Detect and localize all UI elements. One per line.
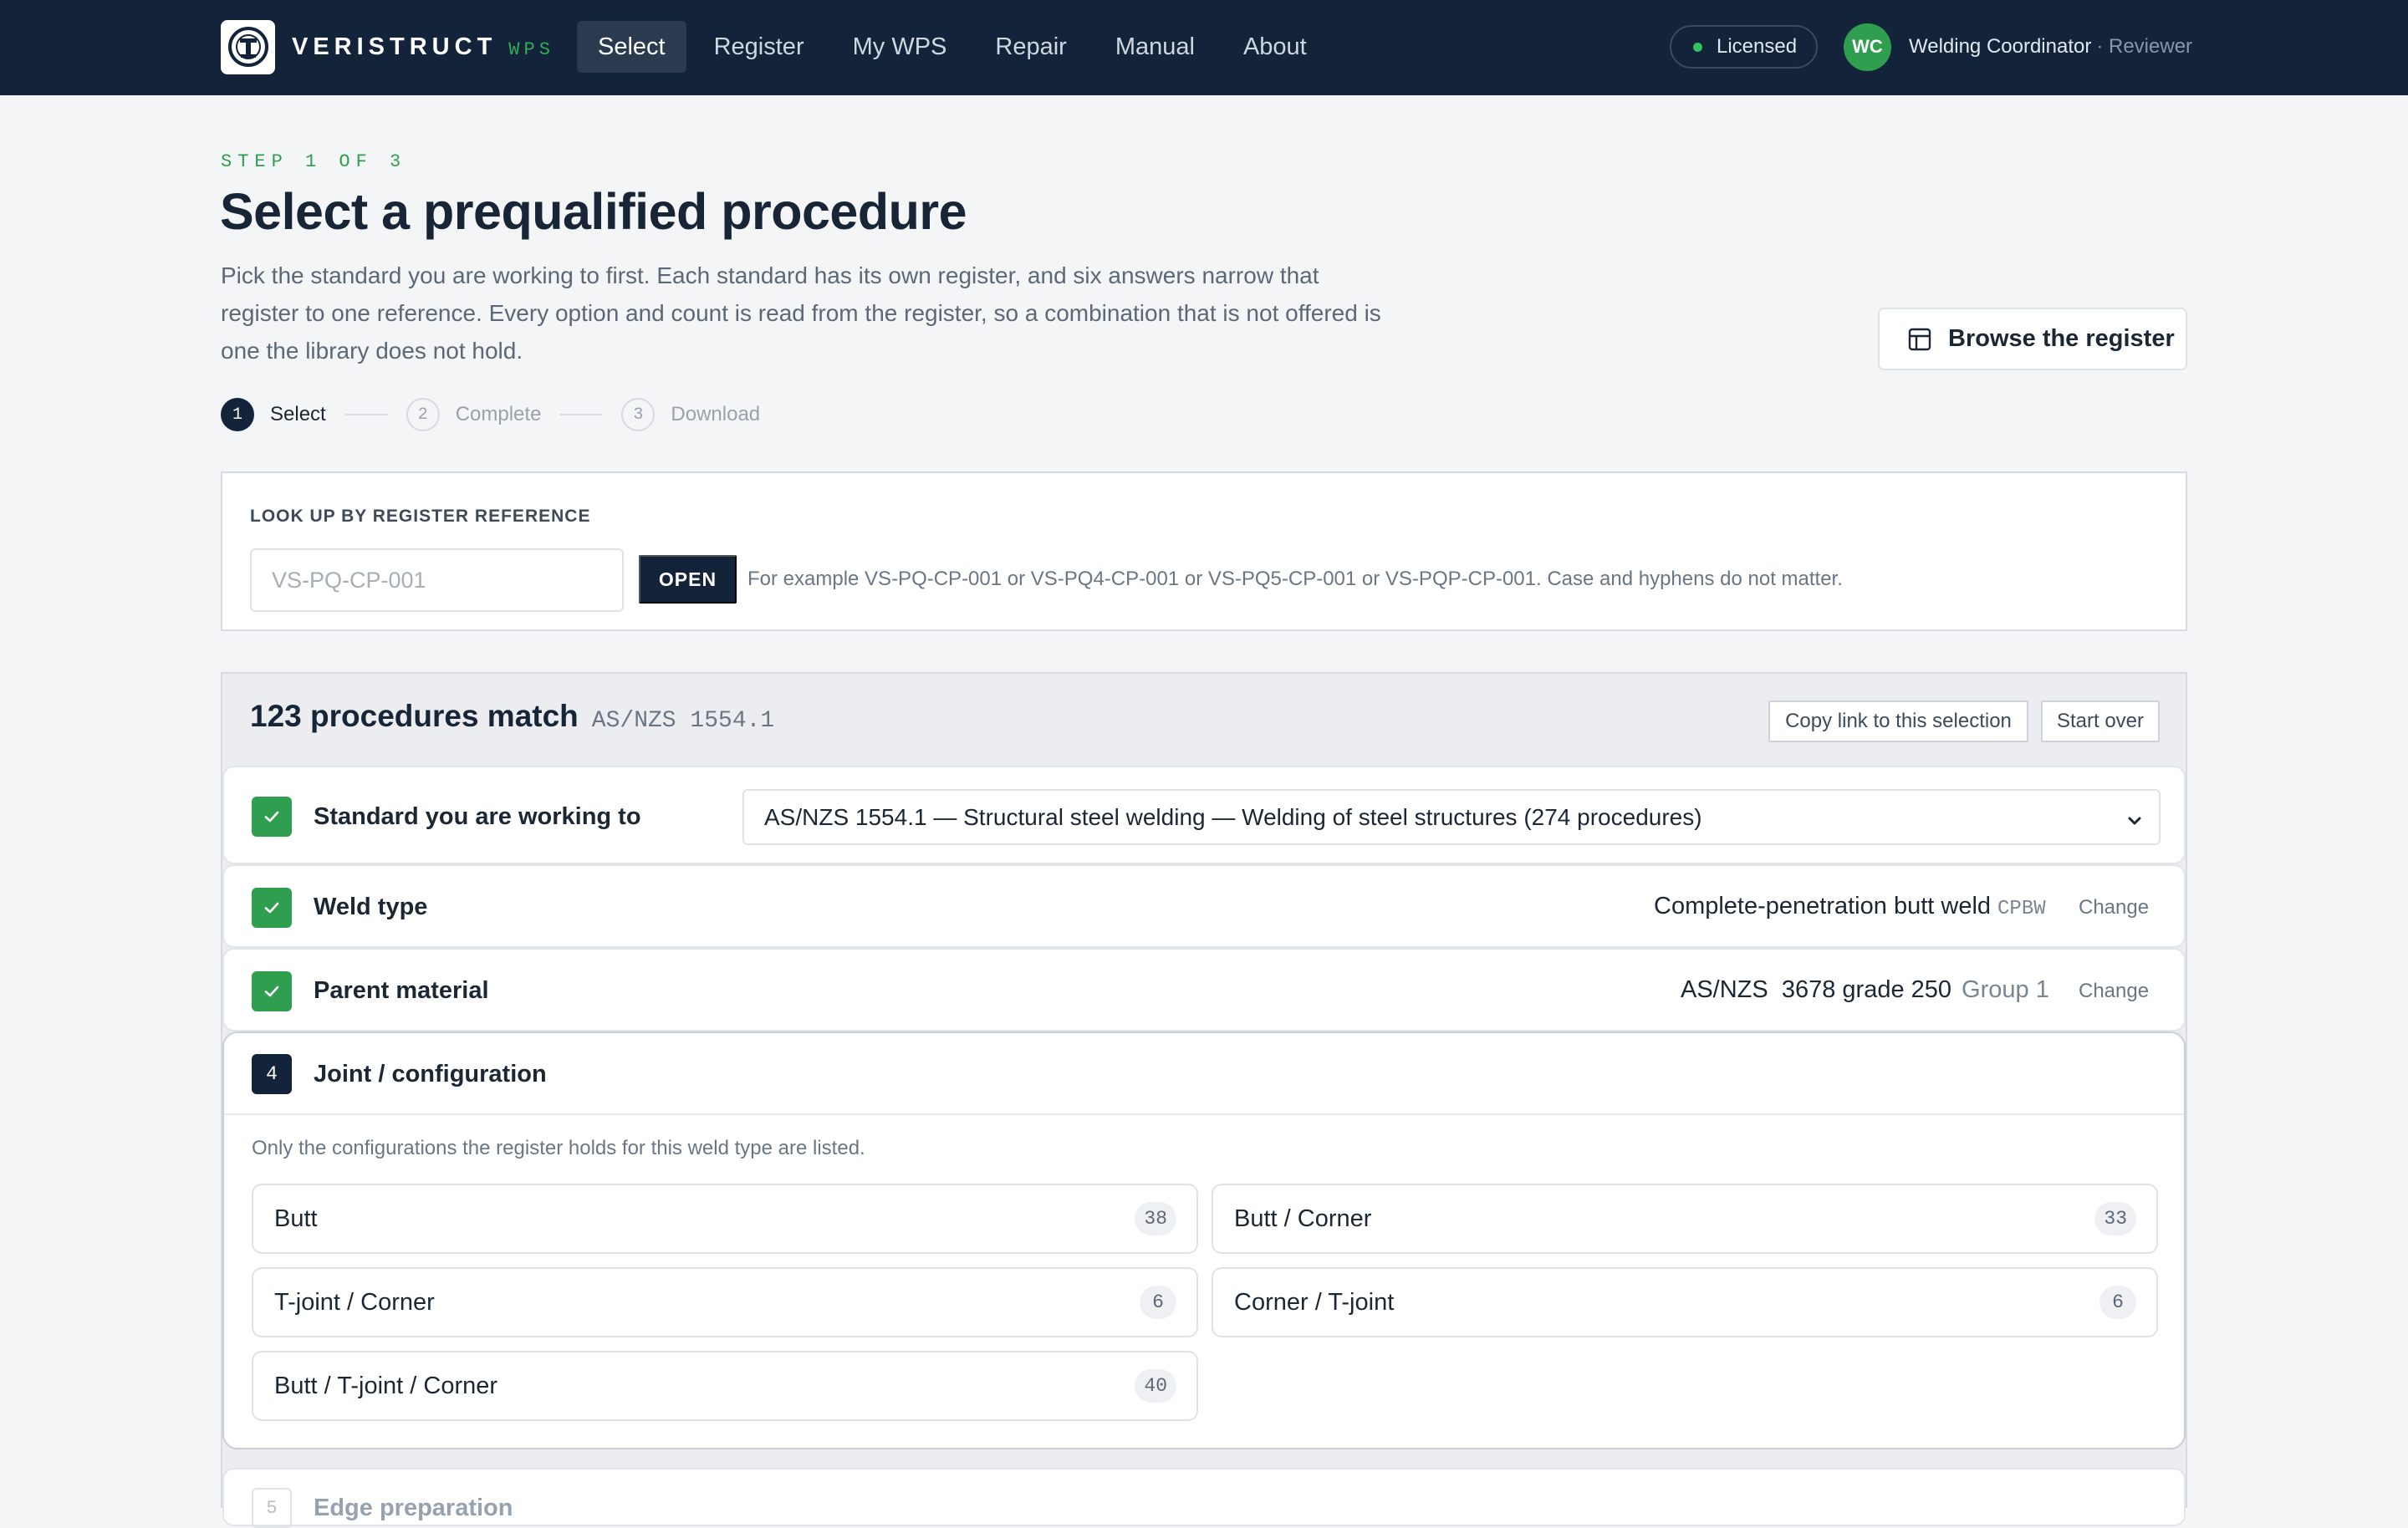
nav-item-manual[interactable]: Manual <box>1094 21 1216 73</box>
results-header: 123 procedures match AS/NZS 1554.1 <box>250 699 774 734</box>
step-1-label: Select <box>270 403 326 425</box>
weld-type-code: CPBW <box>1997 898 2046 920</box>
user-menu[interactable]: WC Welding Coordinator · Reviewer <box>1844 23 2192 71</box>
brand-name: VERISTRUCT <box>292 33 497 60</box>
page-intro: Pick the standard you are working to fir… <box>221 262 1381 364</box>
question-note: Only the configurations the register hol… <box>252 1137 865 1159</box>
parent-material-value: AS/NZS 3678 grade 250 Group 1 <box>1681 976 2049 1004</box>
lookup-title: LOOK UP BY REGISTER REFERENCE <box>250 507 591 526</box>
answer-label: Weld type <box>314 894 428 920</box>
question-label: Joint / configuration <box>314 1061 547 1087</box>
standard-select[interactable]: AS/NZS 1554.1 — Structural steel welding… <box>742 789 2161 845</box>
reference-lookup-panel: LOOK UP BY REGISTER REFERENCE OPEN For e… <box>221 471 2187 631</box>
question-label: Edge preparation <box>314 1495 513 1521</box>
reference-input[interactable] <box>250 548 624 612</box>
user-name: Welding Coordinator <box>1909 35 2092 58</box>
top-bar: VERISTRUCT WPS Select Register My WPS Re… <box>0 0 2408 95</box>
option-count: 40 <box>1135 1369 1176 1403</box>
match-count: 123 procedures match <box>250 699 579 733</box>
check-icon <box>252 797 292 837</box>
option-butt-t-joint-corner[interactable]: Butt / T-joint / Corner 40 <box>252 1351 1198 1421</box>
question-number: 4 <box>252 1054 292 1094</box>
question-header: 4 Joint / configuration <box>224 1033 2184 1115</box>
lookup-hint: For example VS-PQ-CP-001 or VS-PQ4-CP-00… <box>747 568 1843 590</box>
option-count: 38 <box>1135 1202 1176 1235</box>
standard-select-value: AS/NZS 1554.1 — Structural steel welding… <box>764 803 1702 830</box>
weld-type-value: Complete-penetration butt weld CPBW <box>1654 893 2046 920</box>
step-3-label: Download <box>671 403 761 425</box>
step-2-number: 2 <box>406 398 440 431</box>
selection-panel: 123 procedures match AS/NZS 1554.1 Copy … <box>221 672 2187 1528</box>
step-2-label: Complete <box>455 403 542 425</box>
current-standard-code: AS/NZS 1554.1 <box>591 708 775 734</box>
nav-item-about[interactable]: About <box>1222 21 1328 73</box>
nav-item-select[interactable]: Select <box>577 21 686 73</box>
change-parent-material-link[interactable]: Change <box>2079 980 2149 1003</box>
open-reference-button[interactable]: OPEN <box>639 555 737 604</box>
browse-register-label: Browse the register <box>1948 325 2175 352</box>
avatar: WC <box>1844 23 1891 71</box>
option-count: 6 <box>2099 1286 2136 1319</box>
option-label: T-joint / Corner <box>274 1288 435 1316</box>
parent-material-group: Group 1 <box>1962 976 2049 1003</box>
option-corner-t-joint[interactable]: Corner / T-joint 6 <box>1212 1267 2158 1337</box>
option-label: Butt / Corner <box>1234 1205 1372 1232</box>
browse-register-button[interactable]: Browse the register <box>1878 308 2187 370</box>
answer-label: Standard you are working to <box>314 803 641 830</box>
option-label: Butt / T-joint / Corner <box>274 1372 498 1399</box>
nav-item-register[interactable]: Register <box>693 21 825 73</box>
question-edge-preparation: 5 Edge preparation <box>222 1468 2186 1528</box>
option-butt-corner[interactable]: Butt / Corner 33 <box>1212 1184 2158 1254</box>
nav-item-my-wps[interactable]: My WPS <box>832 21 968 73</box>
progress-stepper: 1 Select 2 Complete 3 Download <box>221 397 760 432</box>
step-connector <box>560 414 603 415</box>
brand-logo-icon <box>221 19 275 74</box>
chevron-down-icon <box>2125 809 2144 836</box>
license-badge: Licensed <box>1670 25 1818 69</box>
parent-material-text: AS/NZS 3678 grade 250 <box>1681 976 1952 1003</box>
brand-sub: WPS <box>508 38 554 60</box>
step-3-number: 3 <box>621 398 656 431</box>
copy-link-button[interactable]: Copy link to this selection <box>1768 700 2028 742</box>
step-connector <box>344 414 387 415</box>
answer-label: Parent material <box>314 977 489 1004</box>
license-label: Licensed <box>1717 35 1798 58</box>
option-t-joint-corner[interactable]: T-joint / Corner 6 <box>252 1267 1198 1337</box>
question-number: 5 <box>252 1488 292 1528</box>
nav-item-repair[interactable]: Repair <box>974 21 1087 73</box>
option-label: Butt <box>274 1205 318 1232</box>
step-1-number: 1 <box>221 398 254 431</box>
option-count: 33 <box>2094 1202 2136 1235</box>
option-butt[interactable]: Butt 38 <box>252 1184 1198 1254</box>
table-icon <box>1908 328 1931 351</box>
brand[interactable]: VERISTRUCT WPS <box>221 19 554 74</box>
check-icon <box>252 888 292 928</box>
option-count: 6 <box>1140 1286 1176 1319</box>
page-title: Select a prequalified procedure <box>220 183 967 240</box>
step-indicator-text: STEP 1 OF 3 <box>221 151 407 172</box>
main-nav: Select Register My WPS Repair Manual Abo… <box>577 21 1328 73</box>
status-dot-icon <box>1693 42 1702 52</box>
answer-row-parent-material: Parent material AS/NZS 3678 grade 250 Gro… <box>222 948 2186 1031</box>
answer-row-weld-type: Weld type Complete-penetration butt weld… <box>222 864 2186 948</box>
user-role: · Reviewer <box>2096 35 2193 58</box>
check-icon <box>252 971 292 1011</box>
change-weld-type-link[interactable]: Change <box>2079 896 2149 919</box>
answer-row-standard: Standard you are working to AS/NZS 1554.… <box>222 766 2186 864</box>
start-over-button[interactable]: Start over <box>2041 700 2160 742</box>
question-joint-configuration: 4 Joint / configuration Only the configu… <box>222 1031 2186 1449</box>
weld-type-text: Complete-penetration butt weld <box>1654 893 1992 919</box>
option-label: Corner / T-joint <box>1234 1288 1395 1316</box>
